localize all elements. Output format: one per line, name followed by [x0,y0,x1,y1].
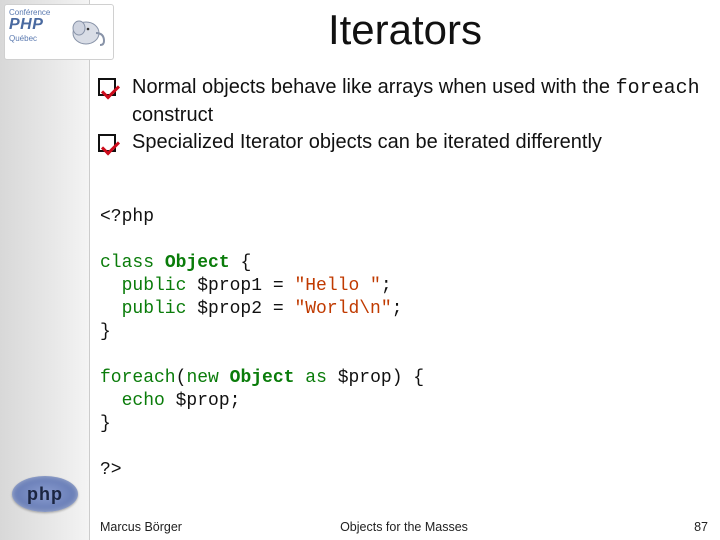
sidebar-strip [0,0,90,540]
code-text: ; [381,276,392,296]
code-text: $prop1 = [197,276,294,296]
logo-sub: Québec [9,34,37,43]
code-text: $prop) { [327,368,424,388]
checkbox-icon [98,134,116,152]
bullet-text: Specialized Iterator objects can be iter… [132,131,602,153]
code-keyword: class [100,253,154,273]
php-logo-text: php [27,484,63,504]
code-line: ?> [100,460,122,480]
code-text: ; [392,299,403,319]
code-keyword: as [305,368,327,388]
checkbox-icon [98,78,116,96]
bullet-mono: foreach [616,77,700,100]
code-keyword: echo [100,391,176,411]
code-class: Object [165,253,230,273]
footer-title: Objects for the Masses [100,520,708,534]
slide-title: Iterators [90,6,720,54]
code-text [219,368,230,388]
code-string: "World\n" [294,299,391,319]
code-keyword: foreach [100,368,176,388]
code-text: $prop2 = [197,299,294,319]
code-text: { [230,253,252,273]
code-text: $prop; [176,391,241,411]
bullet-text: construct [132,104,213,126]
logo-line2: PHP [9,16,43,33]
code-line: <?php [100,207,154,227]
code-keyword: public [100,299,197,319]
code-string: "Hello " [294,276,380,296]
code-text: } [100,322,111,342]
code-keyword: new [186,368,218,388]
code-text: ( [176,368,187,388]
code-text: } [100,414,111,434]
code-keyword: public [100,276,197,296]
code-class: Object [230,368,295,388]
bullet-text-block: Normal objects behave like arrays when u… [132,74,708,155]
bullet-text: Normal objects behave like arrays when u… [132,76,616,98]
php-logo-icon: php [12,476,78,512]
bullet-item: Normal objects behave like arrays when u… [132,74,708,129]
bullet-item: Specialized Iterator objects can be iter… [132,129,708,155]
code-text [294,368,305,388]
footer: Marcus Börger Objects for the Masses 87 [100,520,708,534]
code-block: <?php class Object { public $prop1 = "He… [100,206,704,482]
